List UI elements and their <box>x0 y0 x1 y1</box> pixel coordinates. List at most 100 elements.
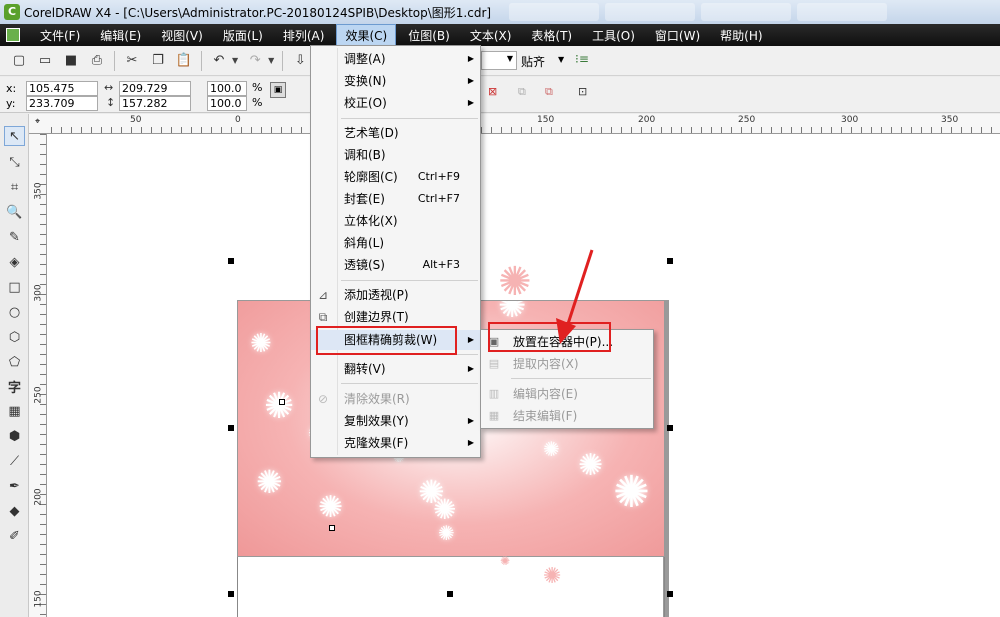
trim-icon[interactable]: ⧉ <box>545 85 553 99</box>
submenu-edit-contents[interactable]: ▥ 编辑内容(E) <box>481 384 653 404</box>
snap-dropdown-icon[interactable]: ▼ <box>558 55 564 64</box>
menu-item-flip[interactable]: 翻转(V) ▶ <box>311 359 480 379</box>
object-center-marker[interactable] <box>279 399 285 405</box>
basic-shapes-icon[interactable]: ⬠ <box>4 352 25 372</box>
freehand-tool-icon[interactable]: ✎ <box>4 227 25 247</box>
object-center-marker[interactable] <box>329 525 335 531</box>
ruler-horizontal[interactable]: ⌖ 50 0 50 100 150 200 250 300 350 <box>29 114 1000 134</box>
menu-item-copy-effect[interactable]: 复制效果(Y) ▶ <box>311 411 480 431</box>
flower-decoration: ✺ <box>438 521 455 545</box>
document-icon[interactable] <box>6 28 20 42</box>
submenu-finish-editing[interactable]: ▦ 结束编辑(F) <box>481 406 653 426</box>
menu-item-artistic-media[interactable]: 艺术笔(D) <box>311 123 480 143</box>
selection-handle[interactable] <box>667 591 673 597</box>
options-icon[interactable]: ⁝≡ <box>575 52 589 66</box>
undo-icon[interactable]: ↶ <box>208 50 230 72</box>
lock-ratio-icon[interactable]: ▣ <box>270 82 286 98</box>
width-input[interactable]: 209.729 mm <box>119 81 191 108</box>
selection-handle[interactable] <box>228 591 234 597</box>
scale-y-input[interactable]: 100.0 <box>207 96 247 111</box>
ruler-origin-icon[interactable]: ⌖ <box>35 117 40 127</box>
weld-icon[interactable]: ⧉ <box>518 85 526 99</box>
menu-window[interactable]: 窗口(W) <box>647 25 708 46</box>
menu-item-lens[interactable]: 透镜(S) Alt+F3 <box>311 255 480 275</box>
menu-edit[interactable]: 编辑(E) <box>92 25 149 46</box>
zoom-combo[interactable]: ▼ <box>481 51 517 70</box>
menu-item-envelope[interactable]: 封套(E) Ctrl+F7 <box>311 189 480 209</box>
menu-item-bevel[interactable]: 斜角(L) <box>311 233 480 253</box>
menu-bar: 文件(F) 编辑(E) 视图(V) 版面(L) 排列(A) 效果(C) 位图(B… <box>0 23 1000 47</box>
ruler-tick-label: 50 <box>130 115 142 125</box>
menu-table[interactable]: 表格(T) <box>523 25 580 46</box>
table-tool-icon[interactable]: ▦ <box>4 401 25 421</box>
outline-pen-icon[interactable]: ✒ <box>4 476 25 496</box>
text-tool-icon[interactable]: 字 <box>4 376 25 396</box>
powerclip-icon[interactable]: ⊠ <box>488 85 497 98</box>
paste-icon[interactable]: 📋 <box>173 50 195 72</box>
shape-tool-icon[interactable]: ⤡ <box>4 152 25 172</box>
create-boundary-icon[interactable]: ⊡ <box>578 85 587 98</box>
menu-arrange[interactable]: 排列(A) <box>275 25 333 46</box>
open-folder-icon[interactable]: ▭ <box>34 50 56 72</box>
menu-help[interactable]: 帮助(H) <box>712 25 770 46</box>
extrude-tool-icon[interactable]: ⬢ <box>4 426 25 446</box>
menu-item-clear-effect[interactable]: ⊘ 清除效果(R) <box>311 389 480 409</box>
interactive-fill-icon[interactable]: ✐ <box>4 526 25 546</box>
redo-dropdown-icon[interactable]: ▼ <box>268 56 274 65</box>
pick-tool-icon[interactable]: ↖ <box>4 126 25 146</box>
selection-handle[interactable] <box>228 425 234 431</box>
ellipse-tool-icon[interactable]: ○ <box>4 302 25 322</box>
cut-icon[interactable]: ✂ <box>121 50 143 72</box>
menu-view[interactable]: 视图(V) <box>153 25 211 46</box>
snap-to-button[interactable]: 贴齐 <box>521 53 545 70</box>
copy-icon[interactable]: ❐ <box>147 50 169 72</box>
rectangle-tool-icon[interactable]: □ <box>4 277 25 297</box>
toolbox: ↖ ⤡ ⌗ 🔍 ✎ ◈ □ ○ ⬡ ⬠ 字 ▦ ⬢ ⟋ ✒ ◆ ✐ <box>0 114 29 617</box>
menu-text[interactable]: 文本(X) <box>462 25 520 46</box>
zoom-tool-icon[interactable]: 🔍 <box>4 202 25 222</box>
ruler-tick-label: 0 <box>235 115 241 125</box>
submenu-extract-contents[interactable]: ▤ 提取内容(X) <box>481 354 653 374</box>
menu-bitmaps[interactable]: 位图(B) <box>400 25 458 46</box>
menu-item-blend[interactable]: 调和(B) <box>311 145 480 165</box>
selection-handle[interactable] <box>667 258 673 264</box>
print-icon[interactable]: ⎙ <box>86 50 108 72</box>
ruler-vertical[interactable]: 350 300 250 200 150 <box>29 134 47 617</box>
selection-handle[interactable] <box>228 258 234 264</box>
smart-fill-icon[interactable]: ◈ <box>4 252 25 272</box>
menu-effects[interactable]: 效果(C) <box>336 23 397 47</box>
menu-item-transform[interactable]: 变换(N) ▶ <box>311 71 480 91</box>
x-label: x: <box>6 82 17 95</box>
import-icon[interactable]: ⇩ <box>289 50 311 72</box>
scale-x-input[interactable]: 100.0 <box>207 81 247 96</box>
y-position-input[interactable]: 233.709 mm <box>26 96 98 123</box>
menu-item-create-boundary[interactable]: ⧉ 创建边界(T) <box>311 307 480 327</box>
menu-item-clone-effect[interactable]: 克隆效果(F) ▶ <box>311 433 480 453</box>
menu-item-extrude[interactable]: 立体化(X) <box>311 211 480 231</box>
menu-item-add-perspective[interactable]: ⊿ 添加透视(P) <box>311 285 480 305</box>
boundary-icon: ⧉ <box>318 310 328 324</box>
redo-icon[interactable]: ↷ <box>244 50 266 72</box>
menu-tools[interactable]: 工具(O) <box>584 25 643 46</box>
percent-y-label: % <box>252 96 263 109</box>
flower-decoration: ✺ <box>250 329 272 359</box>
selection-handle[interactable] <box>667 425 673 431</box>
eyedropper-icon[interactable]: ⟋ <box>4 451 25 471</box>
finish-editing-icon: ▦ <box>488 409 500 422</box>
width-icon: ↔ <box>104 81 114 94</box>
crop-tool-icon[interactable]: ⌗ <box>4 177 25 197</box>
polygon-tool-icon[interactable]: ⬡ <box>4 327 25 347</box>
x-position-input[interactable]: 105.475 mm <box>26 81 98 108</box>
menu-item-adjust[interactable]: 调整(A) ▶ <box>311 49 480 69</box>
menu-file[interactable]: 文件(F) <box>32 25 88 46</box>
new-document-icon[interactable]: ▢ <box>8 50 30 72</box>
y-label: y: <box>6 97 16 110</box>
menu-item-correction[interactable]: 校正(O) ▶ <box>311 93 480 113</box>
save-icon[interactable]: ■ <box>60 50 82 72</box>
menu-layout[interactable]: 版面(L) <box>215 25 271 46</box>
undo-dropdown-icon[interactable]: ▼ <box>232 56 238 65</box>
height-input[interactable]: 157.282 mm <box>119 96 191 123</box>
fill-tool-icon[interactable]: ◆ <box>4 501 25 521</box>
selection-handle[interactable] <box>447 591 453 597</box>
menu-item-contour[interactable]: 轮廓图(C) Ctrl+F9 <box>311 167 480 187</box>
